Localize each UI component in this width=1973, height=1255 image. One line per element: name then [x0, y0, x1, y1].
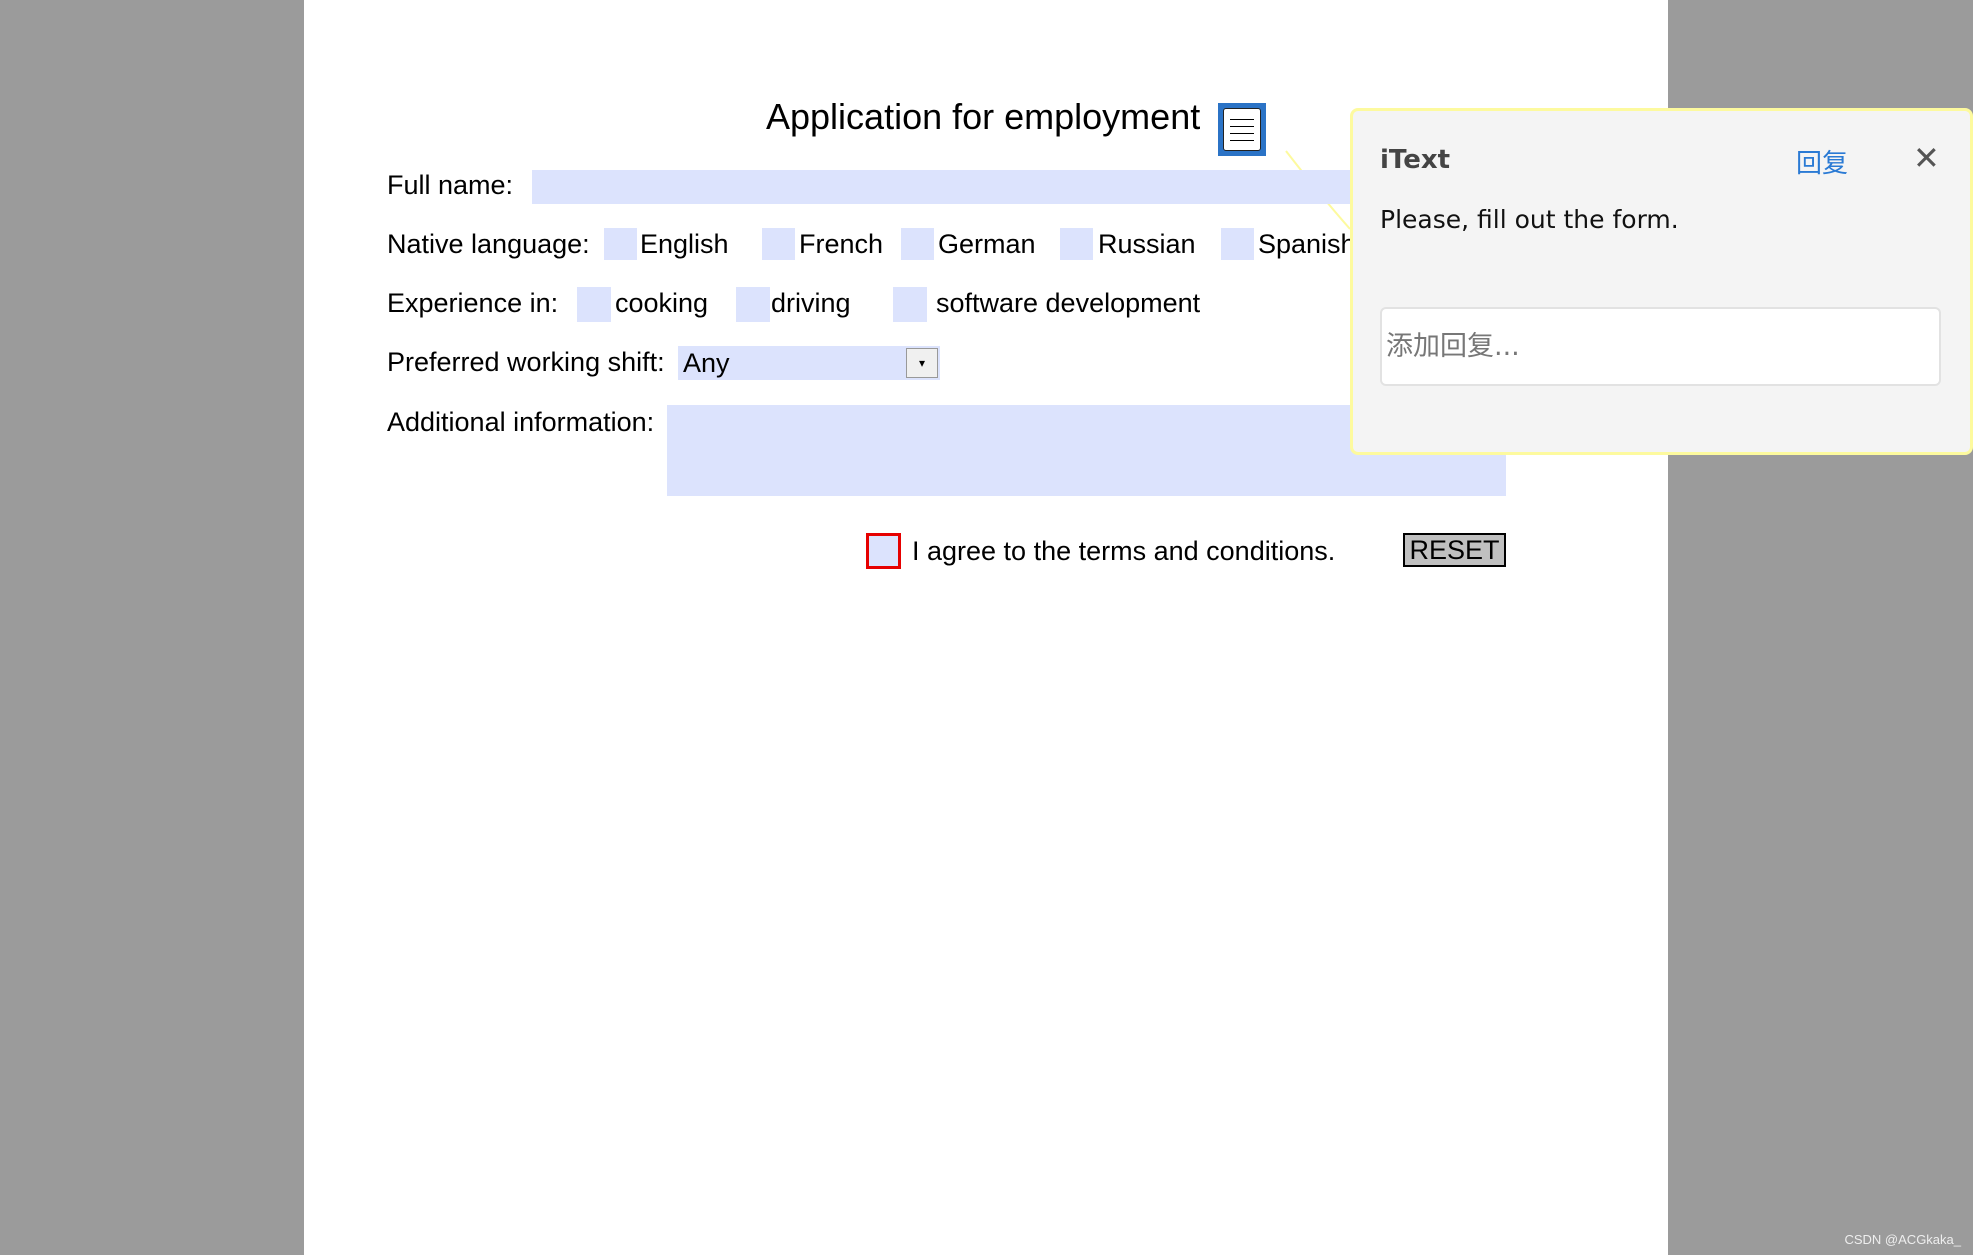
comment-note-icon[interactable] — [1218, 103, 1266, 156]
page-title: Application for employment — [766, 96, 1201, 137]
reply-button[interactable]: 回复 — [1796, 143, 1848, 180]
checkbox-software-development[interactable] — [893, 287, 927, 322]
checkbox-french[interactable] — [762, 228, 795, 260]
shift-select[interactable]: Any ▾ — [678, 346, 940, 380]
label-software-development: software development — [936, 288, 1201, 318]
close-icon[interactable]: ✕ — [1913, 139, 1940, 177]
shift-label: Preferred working shift: — [387, 347, 665, 377]
reset-button[interactable]: RESET — [1403, 533, 1506, 567]
experience-label: Experience in: — [387, 288, 559, 318]
checkbox-driving[interactable] — [736, 287, 770, 322]
label-english: English — [640, 229, 729, 259]
popup-title: iText — [1380, 145, 1451, 175]
comment-popup: iText 回复 ✕ Please, fill out the form. — [1350, 108, 1973, 455]
checkbox-spanish[interactable] — [1221, 228, 1254, 260]
watermark: CSDN @ACGkaka_ — [1844, 1232, 1961, 1247]
dropdown-arrow-icon[interactable]: ▾ — [906, 348, 938, 378]
checkbox-russian[interactable] — [1060, 228, 1093, 260]
reply-input[interactable] — [1380, 307, 1941, 386]
checkbox-german[interactable] — [901, 228, 934, 260]
full-name-label: Full name: — [387, 170, 514, 200]
agree-label: I agree to the terms and conditions. — [912, 536, 1336, 566]
checkbox-cooking[interactable] — [577, 287, 611, 322]
label-german: German — [938, 229, 1036, 259]
native-language-label: Native language: — [387, 229, 590, 259]
agree-checkbox[interactable] — [866, 533, 901, 569]
popup-message: Please, fill out the form. — [1380, 205, 1679, 234]
label-russian: Russian — [1098, 229, 1196, 259]
label-french: French — [799, 229, 884, 259]
label-driving: driving — [771, 288, 851, 318]
shift-value: Any — [683, 348, 730, 378]
label-spanish: Spanish — [1258, 229, 1356, 259]
label-cooking: cooking — [615, 288, 709, 318]
checkbox-english[interactable] — [604, 228, 637, 260]
additional-info-label: Additional information: — [387, 407, 655, 437]
